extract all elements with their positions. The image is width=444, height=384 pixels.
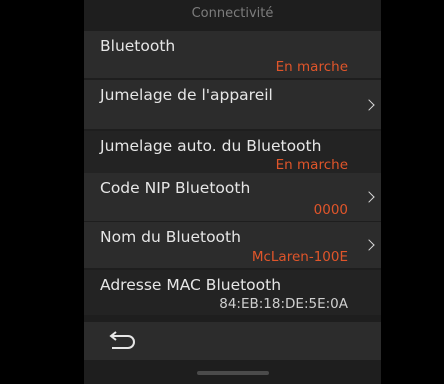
back-arrow-icon[interactable] [106,330,140,356]
setting-row-bluetooth[interactable]: Bluetooth En marche [84,31,381,78]
setting-value: McLaren-100E [251,249,348,265]
setting-label: Jumelage de l'appareil [100,86,273,104]
setting-label: Adresse MAC Bluetooth [100,276,282,294]
home-indicator [197,371,269,375]
setting-label: Code NIP Bluetooth [100,179,251,197]
setting-row-auto-pairing[interactable]: Jumelage auto. du Bluetooth En marche [84,131,381,176]
bottom-bar [84,322,381,360]
setting-value: En marche [275,157,348,173]
setting-row-pin-code[interactable]: Code NIP Bluetooth 0000 [84,173,381,221]
setting-row-mac-address: Adresse MAC Bluetooth 84:EB:18:DE:5E:0A [84,270,381,315]
settings-screen: Connectivité Bluetooth En marche Jumelag… [84,0,381,384]
chevron-right-icon [363,239,375,251]
chevron-right-icon [363,98,375,111]
setting-label: Nom du Bluetooth [100,228,241,246]
screen-title: Connectivité [84,0,381,30]
setting-value: 84:EB:18:DE:5E:0A [219,296,348,312]
chevron-right-icon [363,191,375,203]
setting-value: 0000 [313,202,348,218]
setting-label: Jumelage auto. du Bluetooth [100,137,322,155]
setting-row-device-pairing[interactable]: Jumelage de l'appareil [84,80,381,129]
setting-row-bluetooth-name[interactable]: Nom du Bluetooth McLaren-100E [84,222,381,268]
setting-value: En marche [275,59,348,75]
setting-label: Bluetooth [100,37,176,55]
